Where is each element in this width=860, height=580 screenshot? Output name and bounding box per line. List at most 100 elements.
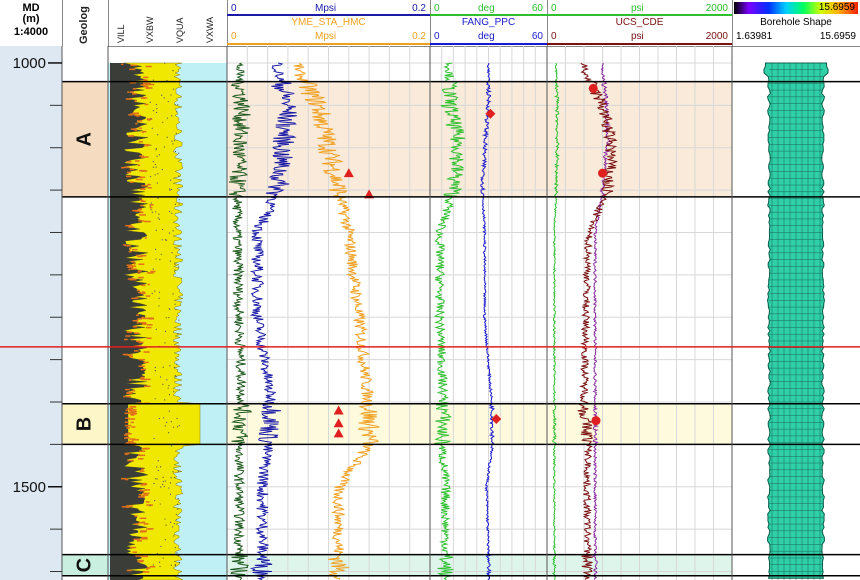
lith-calcite-speck <box>128 250 132 253</box>
lith-calcite-speck <box>130 268 137 270</box>
lith-sand-dot <box>162 480 164 483</box>
lith-sand-dot <box>178 203 180 205</box>
lith-calcite-speck <box>128 268 131 271</box>
lith-sand-dot <box>160 253 162 255</box>
lith-sand-dot <box>161 228 164 231</box>
lith-calcite-speck <box>144 368 147 371</box>
borehole-track-header: 15.6959 Borehole Shape 1.63981 15.6959 <box>732 0 860 46</box>
lith-sand-dot <box>159 259 161 261</box>
lith-calcite-speck <box>120 63 124 66</box>
lith-sand-dot <box>154 163 156 166</box>
lith-sand-dot <box>171 526 174 528</box>
lith-sand-dot <box>176 426 179 428</box>
lith-sand-dot <box>170 421 172 423</box>
lith-calcite-speck <box>126 161 132 163</box>
lith-calcite-speck <box>137 318 143 320</box>
lith-sand-dot <box>169 260 171 262</box>
lith-sand-dot <box>158 213 160 215</box>
lith-calcite-speck <box>144 237 147 239</box>
lith-calcite-speck <box>147 119 151 121</box>
depth-label: 1000 <box>13 55 46 72</box>
lith-calcite-speck <box>129 168 135 171</box>
lith-calcite-speck <box>139 377 145 380</box>
lith-calcite-speck <box>127 278 135 280</box>
lith-calcite-speck <box>125 98 133 100</box>
lith-calcite-speck <box>141 97 145 99</box>
ucs-curve1-unit: psi <box>631 3 644 14</box>
lith-sand-dot <box>169 188 171 190</box>
lith-sand-dot <box>176 552 178 554</box>
lith-sand-dot <box>174 374 176 377</box>
lith-calcite-speck <box>146 528 152 530</box>
lith-calcite-speck <box>130 410 137 413</box>
lith-calcite-speck <box>136 322 140 324</box>
lith-calcite-speck <box>132 319 139 322</box>
lith-sand-dot <box>155 111 158 114</box>
lith-calcite-speck <box>143 82 150 85</box>
lith-sand-dot <box>178 152 180 154</box>
lith-calcite-speck <box>125 175 132 178</box>
lith-sand-dot <box>152 161 154 163</box>
md-title: MD (m) <box>0 3 62 25</box>
lith-sand-dot <box>174 376 176 378</box>
zone-band-a <box>227 81 732 197</box>
lith-calcite-speck <box>141 536 148 539</box>
lith-calcite-speck <box>121 506 127 508</box>
lith-calcite-speck <box>126 171 131 174</box>
lith-calcite-speck <box>136 314 139 316</box>
fang-curve1-unit: deg <box>478 3 495 14</box>
lith-sand-dot <box>158 297 160 299</box>
lith-sand-dot <box>157 173 159 175</box>
lith-sand-dot <box>154 290 156 292</box>
fang-curve2-min: 0 <box>434 31 440 42</box>
lith-sand-dot <box>172 426 175 428</box>
lith-sand-dot <box>152 166 155 168</box>
lith-calcite-speck <box>123 395 126 398</box>
lith-sand-dot <box>160 486 162 488</box>
lith-sand-dot <box>173 366 175 369</box>
lith-calcite-speck <box>137 164 141 167</box>
lith-calcite-speck <box>145 65 152 68</box>
lith-calcite-speck <box>132 439 139 441</box>
lith-sand-dot <box>155 166 157 168</box>
lith-calcite-speck <box>129 113 136 115</box>
lith-calcite-speck <box>131 248 138 251</box>
lith-calcite-speck <box>143 85 149 88</box>
fang-curve2-max: 60 <box>531 31 543 42</box>
lith-sand-dot <box>174 303 176 305</box>
ym-curve1-unit: Mpsi <box>315 3 337 14</box>
lith-calcite-speck <box>139 169 146 172</box>
lith-sand-dot <box>149 505 151 507</box>
ym-curve2-name: YME_STA_HMC <box>291 17 366 28</box>
lith-sand-dot <box>159 466 162 468</box>
lith-sand-dot <box>159 565 161 568</box>
lith-sand-dot <box>174 563 176 566</box>
lith-sand-dot <box>168 317 170 319</box>
ym-curve1-line <box>227 14 430 16</box>
lith-calcite-speck <box>129 546 137 549</box>
fang-curve1-line <box>430 14 547 16</box>
lith-sand-dot <box>178 266 180 268</box>
lith-calcite-speck <box>140 368 145 371</box>
ucs-curve2-max: 2000 <box>705 31 728 42</box>
lith-sand-dot <box>149 101 151 103</box>
lith-sand-dot <box>175 375 177 378</box>
lith-calcite-speck <box>141 291 145 293</box>
lith-sand-dot <box>174 104 176 106</box>
lith-calcite-speck <box>126 506 130 509</box>
ucs-curve1-line <box>547 14 732 16</box>
lith-calcite-speck <box>135 122 138 125</box>
lith-sand-dot <box>157 217 159 219</box>
lith-sand-dot <box>168 394 171 396</box>
lith-calcite-speck <box>146 272 154 274</box>
lith-sand-dot <box>156 108 158 110</box>
lith-calcite-speck <box>125 478 129 481</box>
ym-curve2-min: 0 <box>231 31 237 42</box>
lith-calcite-speck <box>143 351 150 353</box>
lith-sand-dot <box>153 437 155 440</box>
lith-sand-dot <box>166 136 168 138</box>
lith-calcite-speck <box>135 210 142 212</box>
lith-calcite-speck <box>139 531 147 533</box>
lith-calcite-speck <box>144 156 149 158</box>
lith-sand-dot <box>175 513 178 515</box>
